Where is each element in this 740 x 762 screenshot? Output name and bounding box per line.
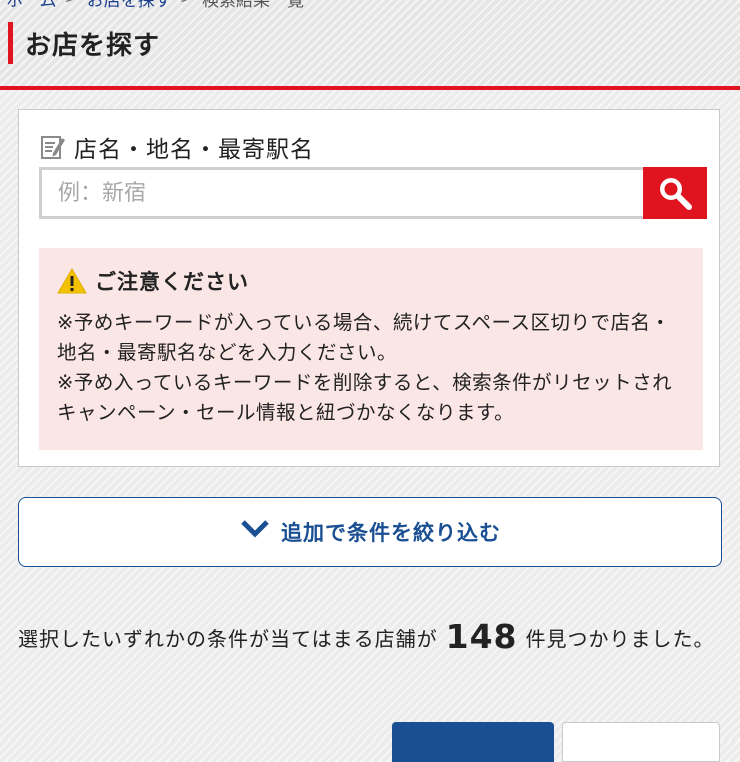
secondary-action-button[interactable]	[562, 722, 720, 762]
search-icon	[660, 178, 692, 210]
notice-line: ※予め入っているキーワードを削除すると、検索条件がリセットされキャンペーン・セー…	[57, 371, 673, 424]
page-title: お店を探す	[25, 30, 161, 61]
result-summary: 選択したいずれかの条件が当てはまる店舗が 148 件見つかりました。	[18, 620, 718, 656]
result-prefix: 選択したいずれかの条件が当てはまる店舗が	[18, 627, 438, 651]
breadcrumb-home[interactable]: ホーム	[6, 0, 57, 11]
search-label-text: 店名・地名・最寄駅名	[74, 137, 314, 163]
primary-action-button[interactable]	[392, 722, 554, 762]
breadcrumb: ホーム > お店を探す > 検索結果一覧	[6, 0, 304, 11]
search-card: 店名・地名・最寄駅名 ご注意ください ※予めキーワードが入っている場合、続けてス…	[18, 109, 720, 467]
notice-text: ※予めキーワードが入っている場合、続けてスペース区切りで店名・地名・最寄駅名など…	[57, 308, 685, 428]
breadcrumb-separator: >	[180, 0, 194, 8]
result-suffix: 件見つかりました。	[525, 627, 715, 651]
search-field-label: 店名・地名・最寄駅名	[40, 130, 314, 164]
search-row	[39, 167, 707, 219]
add-filter-button[interactable]: 追加で条件を絞り込む	[18, 497, 722, 567]
notice-box: ご注意ください ※予めキーワードが入っている場合、続けてスペース区切りで店名・地…	[39, 248, 703, 450]
result-count: 148	[445, 617, 518, 656]
notice-line: ※予めキーワードが入っている場合、続けてスペース区切りで店名・地名・最寄駅名など…	[57, 311, 671, 364]
title-accent-bar	[8, 22, 13, 64]
breadcrumb-current: 検索結果一覧	[202, 0, 304, 11]
breadcrumb-separator: >	[65, 0, 79, 8]
chevron-down-icon	[241, 520, 269, 538]
notice-header: ご注意ください	[57, 264, 685, 298]
header-bar: ホーム > お店を探す > 検索結果一覧 お店を探す	[0, 0, 740, 90]
search-button[interactable]	[643, 167, 707, 219]
memo-icon	[41, 136, 65, 159]
warning-icon	[57, 268, 87, 294]
add-filter-label: 追加で条件を絞り込む	[281, 521, 501, 545]
breadcrumb-find-shop[interactable]: お店を探す	[87, 0, 172, 11]
page-title-wrap: お店を探す	[8, 22, 160, 64]
search-input[interactable]	[39, 167, 643, 219]
notice-title: ご注意ください	[95, 270, 249, 294]
